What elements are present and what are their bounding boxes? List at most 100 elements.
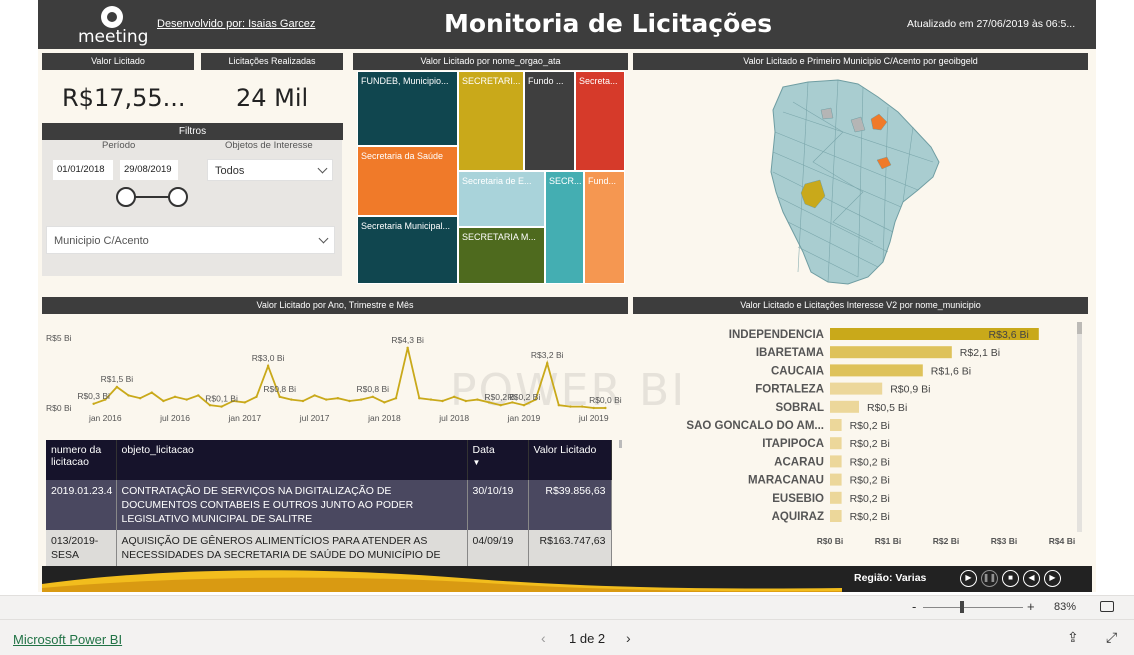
previous-icon[interactable]: ◀ [1023,570,1040,587]
line-point[interactable] [208,404,212,407]
bar-chart[interactable]: INDEPENDENCIA R$3,6 Bi IBARETAMA R$2,1 Bi CA… [633,318,1088,550]
line-point[interactable] [185,398,188,401]
line-point[interactable] [243,401,247,404]
line-point[interactable] [418,397,421,400]
line-point[interactable] [301,399,305,403]
line-point[interactable] [452,395,456,398]
bar-chart-scroll-thumb[interactable] [1077,322,1082,334]
line-point[interactable] [546,362,549,365]
start-date-input[interactable]: 01/01/2018 [53,160,113,180]
map-state-shape [770,79,940,285]
line-point[interactable] [406,346,409,349]
column-header-valor[interactable]: Valor Licitado [528,440,612,480]
line-point[interactable] [499,404,502,407]
line-point[interactable] [522,404,526,407]
line-point[interactable] [394,397,398,400]
line-point[interactable] [115,385,119,389]
line-point[interactable] [127,394,130,397]
line-point[interactable] [429,398,433,401]
line-point[interactable] [348,399,351,403]
bar[interactable] [830,437,842,450]
period-slider-end-handle[interactable] [168,187,188,207]
table-row[interactable]: 013/2019-SESA AQUISIÇÃO DE GÊNEROS ALIME… [46,530,612,566]
period-slider-start-handle[interactable] [116,187,136,207]
line-point[interactable] [313,394,316,397]
bar[interactable] [830,346,952,359]
line-point[interactable] [150,391,153,394]
line-point[interactable] [266,364,270,368]
line-point[interactable] [569,405,572,408]
line-point[interactable] [441,399,444,403]
treemap-tile[interactable]: SECRETARI... [458,71,524,171]
column-header-numero[interactable]: numero da licitacao [46,440,117,480]
line-point[interactable] [255,395,258,398]
licitacoes-card-value[interactable]: 24 Mil [236,84,308,112]
municipio-dropdown[interactable]: Municipio C/Acento [46,226,335,254]
bar[interactable] [830,510,842,522]
bar[interactable] [830,491,842,504]
treemap-tile[interactable]: Fundo ... [524,71,575,171]
line-point[interactable] [138,397,142,400]
zoom-in-button[interactable]: + [1027,599,1035,614]
share-icon[interactable]: ⇪ [1067,629,1079,646]
line-point[interactable] [92,402,95,405]
bottom-bar: Microsoft Power BI ‹ 1 de 2 › ⇪ ⤢ [0,619,1134,655]
line-point[interactable] [162,399,165,403]
treemap-tile[interactable]: SECR... [545,171,584,284]
treemap-tile[interactable]: Fund... [584,171,625,284]
next-icon[interactable]: ▶ [1044,570,1061,587]
objetos-dropdown-value: Todos [215,165,245,177]
line-point[interactable] [371,395,374,398]
line-point[interactable] [359,398,363,401]
bar[interactable] [830,364,923,377]
table-row[interactable]: 2019.01.23.4 CONTRATAÇÃO DE SERVIÇOS NA … [46,480,612,530]
bar[interactable] [830,473,842,486]
treemap-tile[interactable]: Secreta... [575,71,625,171]
treemap-tile[interactable]: Secretaria Municipal... [357,216,458,284]
zoom-slider-handle[interactable] [960,601,964,613]
previous-page-icon[interactable]: ‹ [541,630,546,646]
column-header-objeto[interactable]: objeto_licitacao [116,440,468,480]
line-point[interactable] [464,399,468,403]
treemap-tile[interactable]: FUNDEB, Municipio... [357,71,458,146]
line-point[interactable] [336,397,340,400]
ceara-map[interactable] [633,72,1088,294]
bar[interactable] [830,419,842,431]
treemap-tile-label: Fund... [588,176,617,186]
line-point[interactable] [197,394,200,397]
line-point[interactable] [557,404,561,407]
end-date-input[interactable]: 29/08/2019 [120,160,178,180]
fullscreen-icon[interactable]: ⤢ [1106,629,1117,646]
line-point[interactable] [580,405,584,408]
play-icon[interactable]: ▶ [960,570,977,587]
line-point[interactable] [592,406,595,410]
stop-icon[interactable]: ■ [1002,570,1019,587]
line-chart[interactable]: R$5 Bi R$0 Bi jan 2016 jul 2016 jan 2017 jul … [42,320,628,432]
bar-chart-scrollbar[interactable] [1077,322,1082,532]
bar[interactable] [830,382,883,395]
line-point[interactable] [290,398,293,401]
powerbi-link[interactable]: Microsoft Power BI [13,632,122,647]
valor-card-value[interactable]: R$17,55... [62,84,186,112]
line-point[interactable] [325,398,328,401]
line-point[interactable] [604,406,607,410]
column-header-data[interactable]: Data ▼ [467,440,529,480]
line-point[interactable] [476,398,479,401]
pause-icon[interactable]: ❚❚ [981,570,998,587]
line-point[interactable] [220,405,223,408]
bar[interactable] [830,455,842,468]
line-point[interactable] [383,401,386,404]
developer-link[interactable]: Desenvolvido por: Isaias Garcez [157,18,315,30]
line-point[interactable] [278,395,281,398]
zoom-out-button[interactable]: - [912,599,916,614]
treemap-tile[interactable]: SECRETARIA M... [458,227,545,284]
line-point[interactable] [173,395,177,398]
bar[interactable] [830,400,859,413]
objetos-dropdown[interactable]: Todos [207,159,333,181]
next-page-icon[interactable]: › [626,630,631,646]
zoom-slider-track[interactable] [923,607,1023,608]
table-scrollbar[interactable] [619,440,622,448]
treemap-tile[interactable]: Secretaria da Saúde [357,146,458,216]
treemap-tile[interactable]: Secretaria de E... [458,171,545,227]
fit-to-page-icon[interactable] [1100,601,1114,612]
